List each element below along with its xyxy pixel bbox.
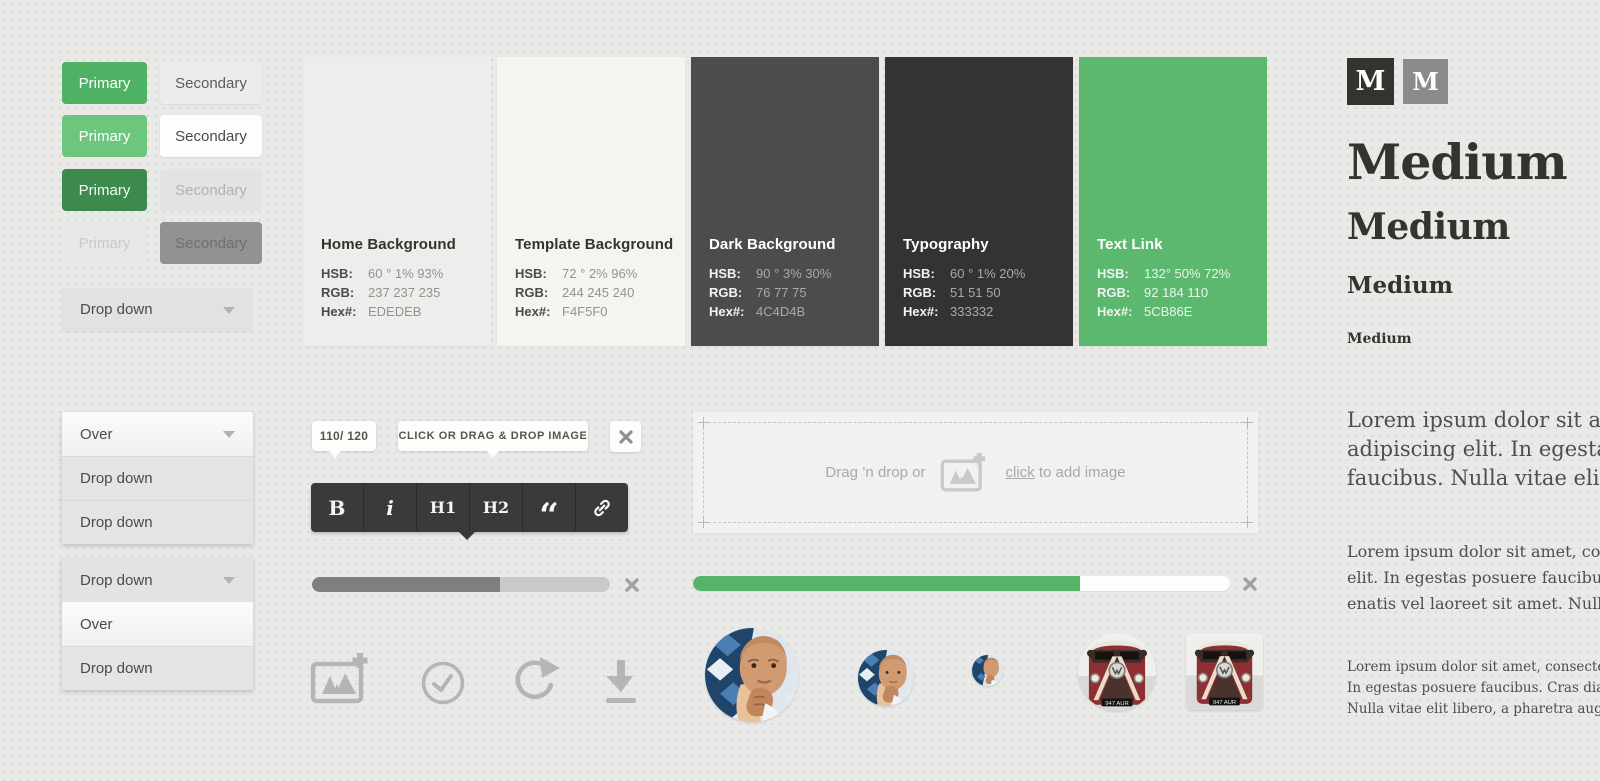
vw-bus-thumbnail-square: 947 AUR <box>1186 633 1263 710</box>
dropdown-open-b: Drop down Over Drop down <box>62 558 253 690</box>
dropdown-a-header[interactable]: Over <box>62 412 253 456</box>
dropdown-open-a: Over Drop down Drop down <box>62 412 253 544</box>
svg-text:947 AUR: 947 AUR <box>1105 701 1128 707</box>
dropdown-b-item-over[interactable]: Over <box>62 602 253 646</box>
swatch-home-background: Home Background HSB:60 ° 1% 93% RGB:237 … <box>303 57 491 346</box>
primary-button-disabled: Primary <box>62 222 147 264</box>
type-sample-paragraph-medium: Lorem ipsum dolor sit amet, consectetur … <box>1347 539 1600 617</box>
brand-logo-gray: M <box>1403 59 1448 104</box>
progress-fill <box>312 577 500 592</box>
dropzone-click-link[interactable]: click <box>1005 464 1034 481</box>
text-editor-toolbar: B i H1 H2 “ <box>311 483 628 532</box>
close-icon <box>619 430 633 444</box>
italic-button[interactable]: i <box>363 483 416 532</box>
swatch-title: Dark Background <box>709 236 869 253</box>
type-sample-h4: Medium <box>1347 331 1412 347</box>
progress-bar-green <box>693 576 1230 591</box>
dropdown-b-header[interactable]: Drop down <box>62 558 253 602</box>
avatar-small <box>972 655 1003 686</box>
blockquote-button[interactable]: “ <box>522 483 575 532</box>
add-image-icon <box>939 452 991 494</box>
dropdown-closed[interactable]: Drop down <box>62 288 253 331</box>
link-icon <box>591 497 613 519</box>
swatch-title: Text Link <box>1097 236 1257 253</box>
avatar-large <box>705 628 799 722</box>
primary-button-hover[interactable]: Primary <box>62 115 147 157</box>
chevron-down-icon <box>223 577 235 584</box>
secondary-button-default[interactable]: Secondary <box>160 62 262 104</box>
upload-tooltip: CLICK OR DRAG & DROP IMAGE <box>398 421 588 451</box>
progress-fill <box>693 576 1080 591</box>
secondary-button-disabled-light[interactable]: Secondary <box>160 169 262 211</box>
swatch-title: Template Background <box>515 236 675 253</box>
dropdown-a-item-2[interactable]: Drop down <box>62 500 253 544</box>
progress-bar-gray <box>312 577 610 592</box>
style-guide-canvas: Primary Secondary Primary Secondary Prim… <box>0 0 1600 781</box>
swatch-title: Home Background <box>321 236 481 253</box>
dropzone-text-suffix: click to add image <box>1005 464 1125 481</box>
close-button[interactable] <box>610 421 641 452</box>
swatch-typography: Typography HSB:60 ° 1% 20% RGB:51 51 50 … <box>885 57 1073 346</box>
secondary-button-hover[interactable]: Secondary <box>160 115 262 157</box>
color-swatch-row: Home Background HSB:60 ° 1% 93% RGB:237 … <box>303 57 1267 346</box>
type-sample-paragraph-large: Lorem ipsum dolor sit amet, consectetur … <box>1347 406 1600 493</box>
bold-button[interactable]: B <box>311 483 363 532</box>
dropzone-text-prefix: Drag ’n drop or <box>825 464 925 481</box>
primary-button-active[interactable]: Primary <box>62 169 147 211</box>
check-circle-icon[interactable] <box>420 660 466 706</box>
avatar-medium <box>858 650 914 706</box>
swatch-text-link: Text Link HSB:132° 50% 72% RGB:92 184 11… <box>1079 57 1267 346</box>
download-icon[interactable] <box>604 658 638 706</box>
dropdown-b-item-2[interactable]: Drop down <box>62 646 253 690</box>
svg-text:947 AUR: 947 AUR <box>1213 700 1236 706</box>
char-counter-tooltip: 110/ 120 <box>312 421 376 451</box>
secondary-button-dark[interactable]: Secondary <box>160 222 262 264</box>
swatch-title: Typography <box>903 236 1063 253</box>
chevron-down-icon <box>223 307 235 314</box>
cancel-upload-icon[interactable] <box>1242 576 1258 592</box>
swatch-template-background: Template Background HSB:72 ° 2% 96% RGB:… <box>497 57 685 346</box>
type-sample-h3: Medium <box>1347 272 1453 299</box>
type-sample-h2: Medium <box>1347 206 1510 248</box>
swatch-dark-background: Dark Background HSB:90 ° 3% 30% RGB:76 7… <box>691 57 879 346</box>
cancel-upload-icon[interactable] <box>624 577 640 593</box>
link-button[interactable] <box>575 483 628 532</box>
heading2-button[interactable]: H2 <box>469 483 522 532</box>
heading1-button[interactable]: H1 <box>416 483 469 532</box>
brand-logo-dark: M <box>1347 58 1394 105</box>
image-dropzone[interactable]: Drag ’n drop or click to add image <box>693 412 1258 533</box>
dropdown-closed-label[interactable]: Drop down <box>62 288 253 331</box>
vw-bus-thumbnail-round: 947 AUR <box>1078 633 1156 711</box>
dropdown-a-item-1[interactable]: Drop down <box>62 456 253 500</box>
type-sample-h1: Medium <box>1347 133 1567 191</box>
chevron-down-icon <box>223 431 235 438</box>
primary-button-default[interactable]: Primary <box>62 62 147 104</box>
type-sample-paragraph-small: Lorem ipsum dolor sit amet, consectetur … <box>1347 657 1600 720</box>
add-image-icon[interactable] <box>310 651 372 705</box>
share-redo-icon[interactable] <box>510 654 562 706</box>
